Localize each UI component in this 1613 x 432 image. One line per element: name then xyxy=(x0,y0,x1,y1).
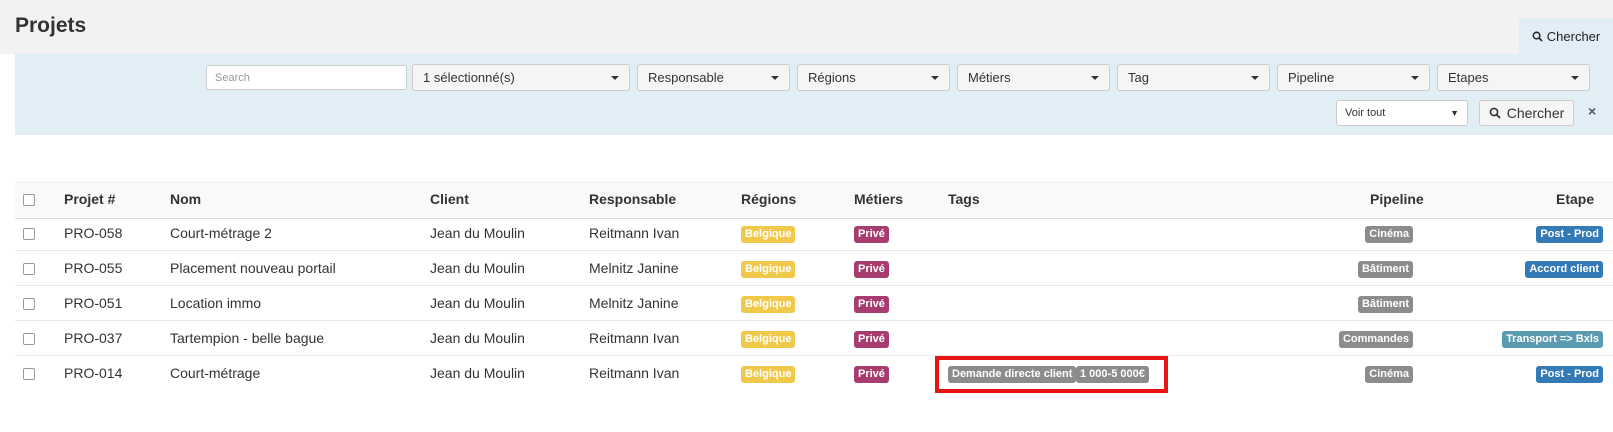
metier-badge: Privé xyxy=(854,261,889,278)
caret-down-icon xyxy=(1411,75,1419,80)
owner-name: Reitmann Ivan xyxy=(589,225,680,241)
view-select[interactable]: Voir tout ▼ xyxy=(1336,100,1468,126)
owner-name: Melnitz Janine xyxy=(589,295,679,311)
client-name: Jean du Moulin xyxy=(430,365,525,381)
project-name[interactable]: Tartempion - belle bague xyxy=(170,330,324,346)
pipeline-badge: Commandes xyxy=(1338,331,1413,348)
metier-badge: Privé xyxy=(854,331,889,348)
search-input[interactable] xyxy=(206,65,407,90)
region-badge: Belgique xyxy=(741,226,796,243)
project-name[interactable]: Court-métrage xyxy=(170,365,260,381)
project-name[interactable]: Location immo xyxy=(170,295,261,311)
etape-badge: Transport => Bxls xyxy=(1502,331,1603,348)
page-title: Projets xyxy=(15,14,87,37)
row-divider xyxy=(15,320,1613,321)
client-name: Jean du Moulin xyxy=(430,330,525,346)
row-checkbox[interactable] xyxy=(23,333,35,345)
region-badge: Belgique xyxy=(741,261,796,278)
row-divider xyxy=(15,250,1613,251)
owner-name: Reitmann Ivan xyxy=(589,365,680,381)
etape-badge: Post - Prod xyxy=(1536,226,1603,243)
dropdown-label: Régions xyxy=(808,70,856,85)
select-arrow-icon: ▼ xyxy=(1450,108,1459,118)
dropdown-label: Pipeline xyxy=(1288,70,1335,85)
view-select-value: Voir tout xyxy=(1345,107,1386,119)
column-header-client[interactable]: Client xyxy=(430,191,469,207)
metiers-dropdown[interactable]: Métiers xyxy=(957,64,1110,91)
search-tab-label: Chercher xyxy=(1546,28,1601,44)
row-checkbox[interactable] xyxy=(23,263,35,275)
project-id[interactable]: PRO-014 xyxy=(64,365,122,381)
top-bar xyxy=(0,0,1613,54)
caret-down-icon xyxy=(1091,75,1099,80)
column-header-metiers[interactable]: Métiers xyxy=(854,191,903,207)
column-header-regions[interactable]: Régions xyxy=(741,191,796,207)
caret-down-icon xyxy=(611,75,619,80)
project-name[interactable]: Court-métrage 2 xyxy=(170,225,272,241)
region-badge: Belgique xyxy=(741,296,796,313)
column-header-projet[interactable]: Projet # xyxy=(64,191,115,207)
pipeline-badge: Cinéma xyxy=(1365,366,1413,383)
pipeline-dropdown[interactable]: Pipeline xyxy=(1277,64,1430,91)
row-divider xyxy=(15,355,1613,356)
project-id[interactable]: PRO-055 xyxy=(64,260,122,276)
owner-name: Reitmann Ivan xyxy=(589,330,680,346)
status-dropdown[interactable]: 1 sélectionné(s) xyxy=(412,64,630,91)
project-id[interactable]: PRO-058 xyxy=(64,225,122,241)
column-header-nom[interactable]: Nom xyxy=(170,191,201,207)
project-id[interactable]: PRO-037 xyxy=(64,330,122,346)
metier-badge: Privé xyxy=(854,226,889,243)
dropdown-label: Tag xyxy=(1128,70,1149,85)
dropdown-label: 1 sélectionné(s) xyxy=(423,70,515,85)
region-badge: Belgique xyxy=(741,331,796,348)
pipeline-badge: Cinéma xyxy=(1365,226,1413,243)
caret-down-icon xyxy=(1251,75,1259,80)
client-name: Jean du Moulin xyxy=(430,225,525,241)
search-icon xyxy=(1489,107,1501,119)
client-name: Jean du Moulin xyxy=(430,295,525,311)
caret-down-icon xyxy=(771,75,779,80)
metier-badge: Privé xyxy=(854,366,889,383)
dropdown-label: Responsable xyxy=(648,70,724,85)
project-name[interactable]: Placement nouveau portail xyxy=(170,260,336,276)
search-tab[interactable]: Chercher xyxy=(1519,18,1613,54)
etapes-dropdown[interactable]: Etapes xyxy=(1437,64,1590,91)
regions-dropdown[interactable]: Régions xyxy=(797,64,950,91)
caret-down-icon xyxy=(1571,75,1579,80)
dropdown-label: Métiers xyxy=(968,70,1011,85)
row-divider xyxy=(15,285,1613,286)
metier-badge: Privé xyxy=(854,296,889,313)
column-header-pipeline[interactable]: Pipeline xyxy=(1370,191,1424,207)
client-name: Jean du Moulin xyxy=(430,260,525,276)
column-header-responsable[interactable]: Responsable xyxy=(589,191,676,207)
column-header-tags[interactable]: Tags xyxy=(948,191,980,207)
dropdown-label: Etapes xyxy=(1448,70,1489,85)
pipeline-badge: Bâtiment xyxy=(1357,261,1413,278)
tag-dropdown[interactable]: Tag xyxy=(1117,64,1270,91)
row-checkbox[interactable] xyxy=(23,368,35,380)
row-checkbox[interactable] xyxy=(23,298,35,310)
search-button-label: Chercher xyxy=(1506,105,1565,121)
search-icon xyxy=(1532,31,1543,42)
responsable-dropdown[interactable]: Responsable xyxy=(637,64,790,91)
caret-down-icon xyxy=(931,75,939,80)
etape-badge: Accord client xyxy=(1525,261,1603,278)
project-id[interactable]: PRO-051 xyxy=(64,295,122,311)
select-all-checkbox[interactable] xyxy=(23,194,35,206)
close-icon[interactable]: × xyxy=(1588,103,1596,119)
pipeline-badge: Bâtiment xyxy=(1357,296,1413,313)
search-button[interactable]: Chercher xyxy=(1479,100,1574,126)
column-header-etape[interactable]: Etape xyxy=(1556,191,1594,207)
region-badge: Belgique xyxy=(741,366,796,383)
etape-badge: Post - Prod xyxy=(1536,366,1603,383)
row-checkbox[interactable] xyxy=(23,228,35,240)
tags-highlight-box xyxy=(935,356,1168,393)
owner-name: Melnitz Janine xyxy=(589,260,679,276)
